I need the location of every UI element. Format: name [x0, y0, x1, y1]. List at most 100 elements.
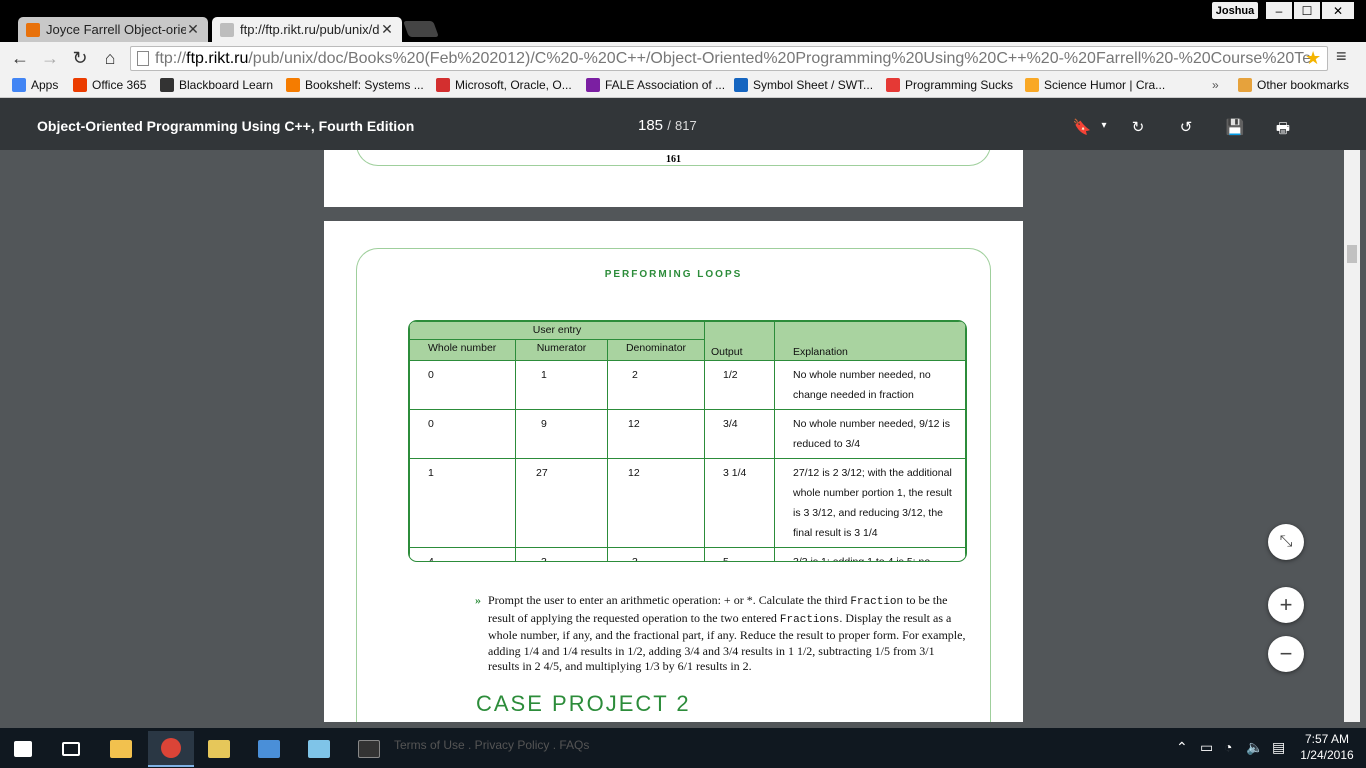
volume-icon[interactable]: 🔈	[1246, 739, 1263, 756]
pdf-toolbar: Object-Oriented Programming Using C++, F…	[0, 98, 1366, 150]
page-number: 161	[666, 154, 681, 165]
profile-button[interactable]: Joshua	[1212, 2, 1258, 19]
chrome-menu-icon[interactable]: ≡	[1336, 46, 1356, 70]
page-separator: /	[667, 118, 671, 133]
app-icon[interactable]	[246, 731, 292, 767]
table-cell: 3 1/4	[704, 458, 775, 548]
bookmark-office365[interactable]: Office 365	[73, 78, 146, 92]
wifi-icon[interactable]: ◔	[1224, 739, 1232, 755]
bookmark-fale[interactable]: FALE Association of ...	[586, 78, 725, 92]
close-tab-icon[interactable]: ✕	[186, 21, 200, 38]
bookmarks-bar: Apps Office 365 Blackboard Learn Bookshe…	[0, 74, 1366, 98]
table-row: 4 3 3 5 3/3 is 1; adding 1 to 4 is 5; no…	[409, 547, 966, 561]
folder-icon	[1238, 78, 1252, 92]
new-tab-button[interactable]	[403, 21, 439, 37]
table-cell: 3/4	[704, 409, 775, 459]
table-header: Numerator	[515, 339, 608, 361]
notification-icon[interactable]: ▤	[1272, 739, 1285, 756]
print-icon[interactable]: 🖶	[1273, 118, 1293, 137]
minimize-button[interactable]: –	[1266, 2, 1292, 19]
file-explorer-icon[interactable]	[98, 731, 144, 767]
bookmark-label: Apps	[31, 78, 59, 92]
table-header: Explanation	[774, 321, 966, 361]
home-icon[interactable]: ⌂	[98, 46, 122, 70]
tab-ftp-pdf[interactable]: ftp://ftp.rikt.ru/pub/unix/d ✕	[212, 17, 402, 42]
close-tab-icon[interactable]: ✕	[380, 21, 394, 38]
back-arrow-icon[interactable]: ←	[8, 46, 32, 70]
rotate-clockwise-icon[interactable]: ↻	[1128, 118, 1148, 136]
vertical-scrollbar[interactable]	[1344, 150, 1360, 722]
apps-grid-icon	[12, 78, 26, 92]
bookmark-science-humor[interactable]: Science Humor | Cra...	[1025, 78, 1165, 92]
tab-joyce-farrell[interactable]: Joyce Farrell Object-orient ✕	[18, 17, 208, 42]
reload-icon[interactable]: ↻	[68, 46, 92, 70]
code-text: Fraction	[850, 596, 904, 608]
total-pages: 817	[675, 118, 697, 133]
tab-title: ftp://ftp.rikt.ru/pub/unix/d	[240, 22, 380, 37]
clock-date: 1/24/2016	[1300, 748, 1354, 762]
bookmark-bookshelf[interactable]: Bookshelf: Systems ...	[286, 78, 424, 92]
save-icon[interactable]: 💾	[1225, 118, 1245, 136]
table-cell: 4	[409, 547, 516, 561]
rotate-counterclockwise-icon[interactable]: ↺	[1176, 118, 1196, 136]
bookmark-star-icon[interactable]: ★	[1305, 48, 1321, 69]
current-page-input[interactable]: 185	[638, 117, 663, 134]
table-group-header: User entry	[409, 321, 705, 340]
app-icon[interactable]	[296, 731, 342, 767]
cracked-icon	[1025, 78, 1039, 92]
bookmark-label: Symbol Sheet / SWT...	[753, 78, 874, 92]
other-bookmarks-folder[interactable]: Other bookmarks	[1238, 78, 1349, 92]
start-windows-icon[interactable]	[0, 731, 46, 767]
bookmark-apps[interactable]: Apps	[12, 78, 58, 92]
address-bar[interactable]: ftp://ftp.rikt.ru/pub/unix/doc/Books%20(…	[130, 46, 1328, 71]
table-cell: 0	[409, 409, 516, 459]
bookmark-programming-sucks[interactable]: Programming Sucks	[886, 78, 1013, 92]
browser-toolbar: ← → ↻ ⌂ ftp://ftp.rikt.ru/pub/unix/doc/B…	[0, 42, 1366, 74]
bookmark-blackboard[interactable]: Blackboard Learn	[160, 78, 273, 92]
maximize-button[interactable]: ☐	[1294, 2, 1320, 19]
page-icon	[137, 51, 149, 66]
table-cell: 27/12 is 2 3/12; with the additional who…	[774, 458, 966, 548]
kindle-icon[interactable]	[346, 731, 392, 767]
office-icon	[73, 78, 87, 92]
table-cell: 2	[607, 360, 705, 410]
scrollbar-thumb[interactable]	[1347, 245, 1357, 263]
bullet-marker: »	[475, 593, 481, 607]
bookmark-label: Science Humor | Cra...	[1044, 78, 1166, 92]
table-cell: 12	[607, 409, 705, 459]
chevron-down-icon[interactable]: ▾	[1094, 120, 1114, 138]
forward-arrow-icon[interactable]: →	[38, 46, 62, 70]
zoom-in-icon[interactable]: +	[1268, 587, 1304, 623]
url-scheme: ftp://	[155, 49, 187, 67]
running-head: PERFORMING LOOPS	[604, 269, 743, 280]
table-cell: 9	[515, 409, 608, 459]
tab-strip: Joyce Farrell Object-orient ✕ ftp://ftp.…	[0, 0, 1366, 42]
battery-icon[interactable]: ▭	[1200, 739, 1213, 756]
pdf-page-current: PERFORMING LOOPS User entry Output Expla…	[324, 221, 1023, 722]
case-project-heading: CASE PROJECT 2	[476, 691, 691, 716]
chevron-up-icon[interactable]: ⌃	[1176, 739, 1188, 756]
task-view-icon[interactable]	[48, 731, 94, 767]
bookmark-symbol-sheet[interactable]: Symbol Sheet / SWT...	[734, 78, 873, 92]
bookmark-icon[interactable]: 🔖	[1072, 118, 1092, 136]
bookmarks-overflow-chevron-icon[interactable]: »	[1212, 78, 1219, 92]
fit-page-icon[interactable]: ⤡	[1268, 524, 1304, 560]
table-cell: 1	[409, 458, 516, 548]
pdf-viewer[interactable]: 161 PERFORMING LOOPS User entry Output E…	[0, 150, 1344, 722]
system-clock[interactable]: 7:57 AM 1/24/2016	[1296, 731, 1358, 763]
table-cell: 1	[515, 360, 608, 410]
page-favicon-icon	[220, 22, 234, 37]
chrome-icon[interactable]	[148, 731, 194, 767]
zoom-out-icon[interactable]: −	[1268, 636, 1304, 672]
bookshelf-icon	[286, 78, 300, 92]
close-window-button[interactable]: ✕	[1322, 2, 1354, 19]
app-icon[interactable]	[196, 731, 242, 767]
programming-icon	[886, 78, 900, 92]
table-cell: 12	[607, 458, 705, 548]
bookmark-label: Bookshelf: Systems ...	[305, 78, 424, 92]
table-cell: 1/2	[704, 360, 775, 410]
bookmark-label: Office 365	[92, 78, 147, 92]
browser-window: Joyce Farrell Object-orient ✕ ftp://ftp.…	[0, 0, 1366, 768]
table-header: Whole number	[409, 339, 516, 361]
bookmark-microsoft-oracle[interactable]: Microsoft, Oracle, O...	[436, 78, 572, 92]
